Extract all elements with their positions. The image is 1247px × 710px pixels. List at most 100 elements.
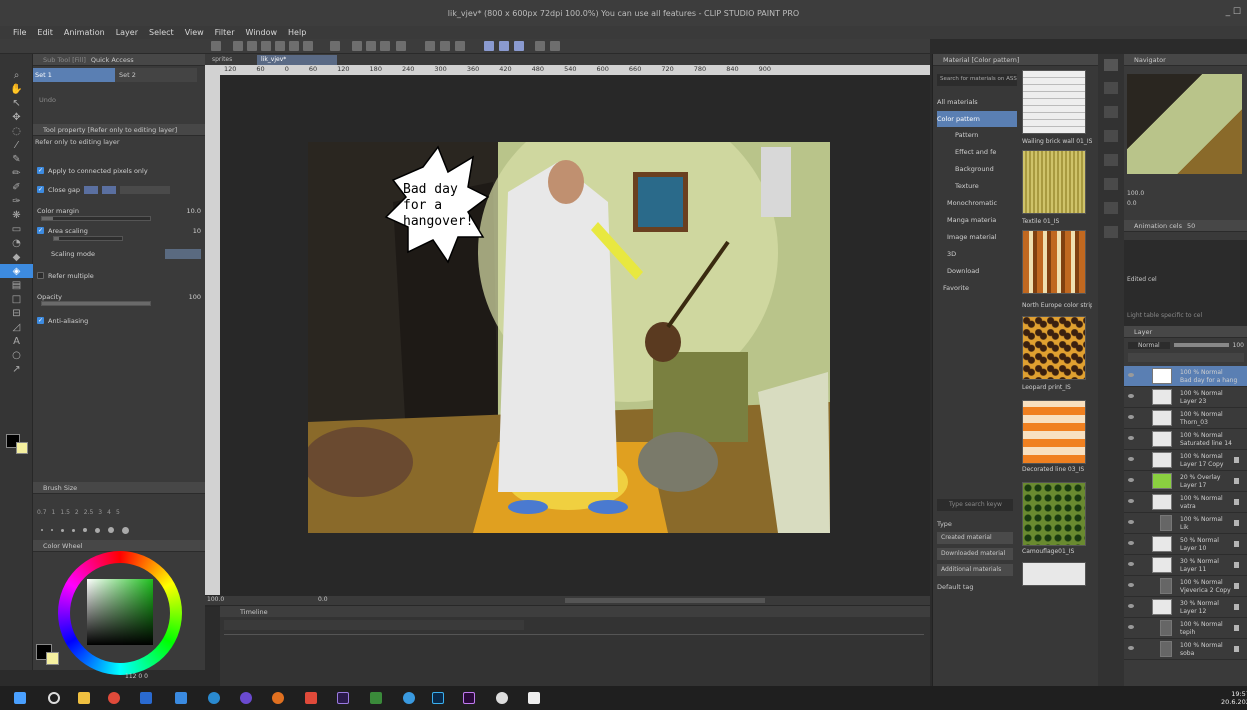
- share-icon[interactable]: [289, 41, 299, 51]
- material-thumb[interactable]: [1022, 316, 1086, 380]
- eye-icon[interactable]: [1128, 436, 1134, 440]
- lock-icon[interactable]: [1234, 583, 1239, 589]
- app-icon[interactable]: [496, 692, 508, 704]
- refer-multiple-row[interactable]: Refer multiple: [37, 269, 201, 282]
- blend-icon[interactable]: ◔: [0, 236, 33, 250]
- eye-icon[interactable]: [1128, 478, 1134, 482]
- save-icon[interactable]: [247, 41, 257, 51]
- area-scaling-value[interactable]: 10: [193, 227, 201, 235]
- opacity-value[interactable]: 100: [189, 293, 201, 301]
- photoshop-icon[interactable]: [432, 692, 444, 704]
- lock-icon[interactable]: [1234, 478, 1239, 484]
- sub-color-chip[interactable]: [46, 652, 59, 665]
- checkbox-icon[interactable]: ✓: [37, 186, 44, 193]
- undo-label[interactable]: Undo: [39, 96, 56, 104]
- brush-size-option[interactable]: 5: [116, 509, 120, 516]
- fill-icon[interactable]: ◆: [0, 250, 33, 264]
- gap-size-option[interactable]: [102, 185, 117, 194]
- lock-icon[interactable]: [1234, 562, 1239, 568]
- tree-manga[interactable]: Manga materia: [947, 212, 1027, 228]
- new-file-icon[interactable]: [211, 41, 221, 51]
- checkbox-icon[interactable]: ✓: [37, 167, 44, 174]
- brush-size-option[interactable]: 2: [75, 509, 79, 516]
- brush-size-option[interactable]: 1: [52, 509, 56, 516]
- hand-icon[interactable]: ✋: [0, 82, 33, 96]
- layer-row[interactable]: 100 % Normal Lik: [1124, 513, 1247, 534]
- layer-row[interactable]: 100 % Normal Thorn_03: [1124, 408, 1247, 429]
- brush-size-option[interactable]: 2.5: [84, 509, 94, 516]
- eraser-icon[interactable]: ▭: [0, 222, 33, 236]
- layer-row[interactable]: 100 % Normal tepih: [1124, 618, 1247, 639]
- snap-pen-icon[interactable]: [499, 41, 509, 51]
- filter-created[interactable]: Created material: [937, 532, 1013, 544]
- eye-icon[interactable]: [1128, 394, 1134, 398]
- layer-row[interactable]: 100 % Normal Layer 23: [1124, 387, 1247, 408]
- scroll-thumb[interactable]: [565, 598, 765, 603]
- crop-icon[interactable]: [396, 41, 406, 51]
- eye-icon[interactable]: [1128, 604, 1134, 608]
- app-icon[interactable]: [175, 692, 187, 704]
- tree-3d[interactable]: 3D: [947, 246, 1027, 262]
- snap-grid-icon[interactable]: [455, 41, 465, 51]
- opacity-slider[interactable]: [41, 301, 151, 306]
- menu-window[interactable]: Window: [245, 28, 277, 37]
- eye-icon[interactable]: [1128, 625, 1134, 629]
- tree-all-materials[interactable]: All materials: [937, 94, 1017, 110]
- menu-edit[interactable]: Edit: [37, 28, 53, 37]
- canvas-rotation-value[interactable]: 0.0: [318, 596, 328, 603]
- lock-icon[interactable]: [1234, 604, 1239, 610]
- eye-icon[interactable]: [1128, 520, 1134, 524]
- menu-view[interactable]: View: [185, 28, 204, 37]
- open-icon[interactable]: [233, 41, 243, 51]
- animation-cels-value[interactable]: 50: [1187, 222, 1195, 230]
- app-icon[interactable]: [208, 692, 220, 704]
- checkbox-icon[interactable]: [37, 272, 44, 279]
- menu-select[interactable]: Select: [149, 28, 174, 37]
- gradient-icon[interactable]: ▤: [0, 278, 33, 292]
- figure-icon[interactable]: □: [0, 292, 33, 306]
- tree-color-pattern[interactable]: Color pattern: [937, 111, 1017, 127]
- material-search-field[interactable]: Type search keyw: [937, 499, 1013, 511]
- eye-icon[interactable]: [1128, 373, 1134, 377]
- navigator-rotation-value[interactable]: 0.0: [1127, 200, 1137, 207]
- scaling-mode-buttons[interactable]: [165, 248, 201, 259]
- lock-icon[interactable]: [1234, 541, 1239, 547]
- brush-icon[interactable]: ✐: [0, 180, 33, 194]
- frame-icon[interactable]: ⊟: [0, 306, 33, 320]
- checkbox-icon[interactable]: ✓: [37, 227, 44, 234]
- eye-icon[interactable]: [1128, 541, 1134, 545]
- saturation-square[interactable]: [87, 579, 153, 645]
- filter-additional[interactable]: Additional materials: [937, 564, 1013, 576]
- layer-row[interactable]: 20 % Overlay Layer 17: [1124, 471, 1247, 492]
- balloon-icon[interactable]: ○: [0, 348, 33, 362]
- ruler-icon[interactable]: ◿: [0, 320, 33, 334]
- set-1-tab[interactable]: Set 1: [33, 68, 115, 82]
- app-icon[interactable]: [305, 692, 317, 704]
- canvas-zoom-value[interactable]: 100.0: [207, 596, 224, 603]
- tree-monochromatic[interactable]: Monochromatic: [947, 195, 1027, 211]
- app-icon[interactable]: [370, 692, 382, 704]
- eye-icon[interactable]: [1128, 583, 1134, 587]
- app-icon[interactable]: [272, 692, 284, 704]
- color-margin-value[interactable]: 10.0: [187, 207, 201, 215]
- lock-icon[interactable]: [1234, 457, 1239, 463]
- menu-animation[interactable]: Animation: [64, 28, 105, 37]
- undo-icon[interactable]: [303, 41, 313, 51]
- close-gap-row[interactable]: ✓ Close gap: [37, 183, 201, 196]
- layer-toolbar[interactable]: [1128, 353, 1244, 362]
- text-icon[interactable]: A: [0, 334, 33, 348]
- pen-icon[interactable]: ✎: [0, 152, 33, 166]
- lock-icon[interactable]: [1234, 499, 1239, 505]
- panel-icon[interactable]: [1104, 226, 1118, 238]
- gap-size-selected[interactable]: [84, 185, 99, 194]
- panel-icon[interactable]: [1104, 82, 1118, 94]
- blend-mode-dropdown[interactable]: Normal: [1128, 341, 1170, 349]
- layer-row[interactable]: 100 % Normal Saturated line 14: [1124, 429, 1247, 450]
- clear-icon[interactable]: [352, 41, 362, 51]
- app-icon[interactable]: [240, 692, 252, 704]
- window-controls[interactable]: _ ☐: [1226, 7, 1241, 17]
- tab-sub-tool[interactable]: Sub Tool [Fill]: [43, 56, 86, 64]
- panel-icon[interactable]: [1104, 154, 1118, 166]
- search-icon[interactable]: [48, 692, 60, 704]
- layer-opacity-value[interactable]: 100: [1233, 342, 1244, 349]
